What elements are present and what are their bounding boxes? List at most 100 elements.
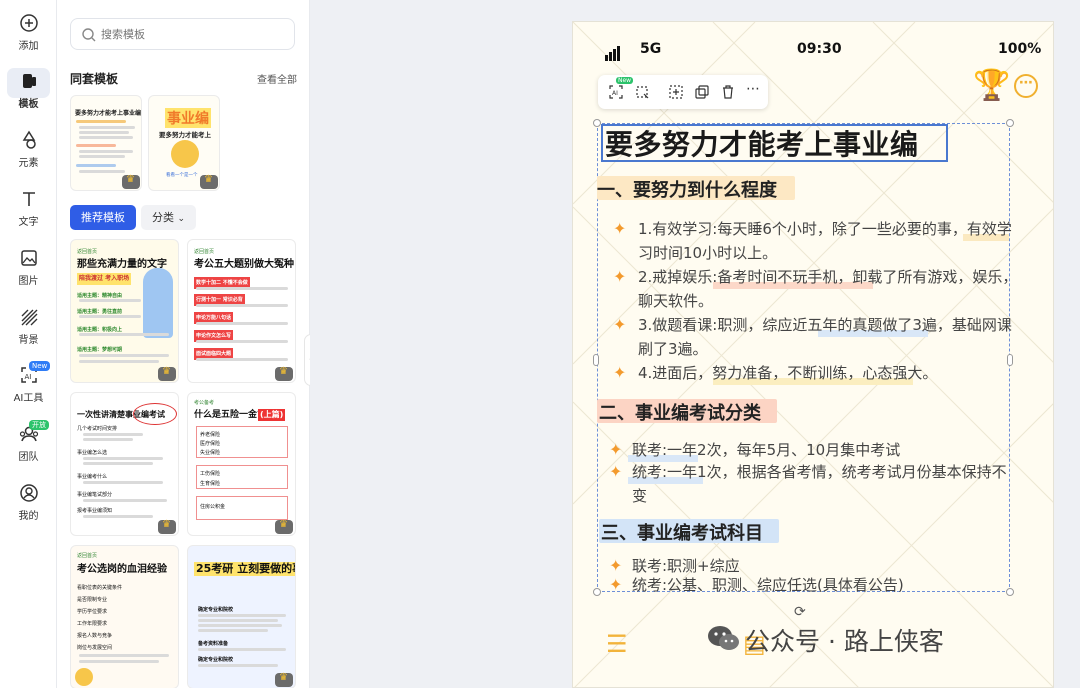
image-icon — [20, 250, 37, 266]
template-title: 事业编 — [165, 108, 211, 128]
section-heading[interactable]: 二、事业编考试分类 — [599, 399, 761, 425]
resize-handle[interactable] — [593, 588, 601, 596]
vip-crown-icon — [275, 672, 293, 687]
list-item[interactable]: 统考:一年1次，根据各省考情，统考考试月份基本保持不变 — [632, 460, 1012, 508]
star-bullet-icon: ✦ — [613, 363, 627, 382]
star-bullet-icon: ✦ — [613, 219, 627, 238]
star-bullet-icon: ✦ — [609, 575, 623, 594]
card-point: 岗位与发展空间 — [77, 645, 113, 651]
svg-text:AI: AI — [24, 373, 31, 381]
see-all-link[interactable]: 查看全部 — [257, 71, 297, 86]
rail-mine[interactable]: 我的 — [0, 482, 57, 534]
rotate-icon[interactable]: ⟳ — [794, 604, 806, 620]
rail-image[interactable]: 图片 — [0, 247, 57, 299]
search-box[interactable] — [70, 18, 295, 50]
section-heading[interactable]: 三、事业编考试科目 — [601, 519, 763, 545]
text-icon — [22, 192, 35, 206]
recommended-tab[interactable]: 推荐模板 — [70, 205, 136, 230]
card-point: 看职位表的关键条件 — [77, 585, 123, 591]
circle-highlight — [133, 403, 177, 425]
wechat-icon — [708, 626, 739, 650]
resize-handle[interactable] — [593, 119, 601, 127]
left-tool-rail: 添加 模板 元素 文字 图片 背景 New AI AI工具 开放 团队 我的 — [0, 0, 57, 688]
rail-background[interactable]: 背景 — [0, 306, 57, 358]
ai-cutout-icon[interactable]: AI — [608, 84, 624, 100]
poster-title[interactable]: 要多努力才能考上事业编 — [605, 123, 919, 163]
card-point: 失业保险 — [200, 450, 221, 456]
card-title: 考公五大题别做大冤种 — [194, 259, 294, 270]
card-point: 生育保险 — [200, 481, 221, 487]
rail-ai-tools[interactable]: New AI AI工具 — [0, 361, 57, 416]
poster-page[interactable]: 5G 09:30 100% 🏆 ⋯ New AI ⋯ ⟳ 要多努力才能考上事业编… — [572, 21, 1054, 688]
card-tag: 考公备考 — [194, 400, 215, 406]
vip-crown-icon — [200, 174, 218, 189]
category-dropdown[interactable]: 分类 ⌄ — [141, 205, 196, 230]
set-templates-title: 同套模板 — [70, 72, 119, 86]
template-card[interactable]: 返回首页 那些充满力量的文字 陪我渡过 考入职场 适用主题：精神自由 适用主题：… — [70, 239, 179, 383]
new-badge: New — [29, 361, 51, 371]
rail-elements[interactable]: 元素 — [0, 129, 57, 181]
user-icon — [19, 484, 38, 502]
rail-label: 我的 — [18, 511, 39, 522]
vip-crown-icon — [275, 519, 293, 534]
star-bullet-icon: ✦ — [609, 440, 623, 459]
chevron-down-icon: ⌄ — [177, 214, 186, 224]
rail-add[interactable]: 添加 — [0, 12, 57, 64]
template-card[interactable]: 一次性讲清楚事业编考试 几个考试时间安排 事业编怎么选 事业编考什么 事业编笔试… — [70, 392, 179, 536]
star-bullet-icon: ✦ — [613, 315, 627, 334]
resize-handle[interactable] — [1006, 119, 1014, 127]
rail-label: 模板 — [18, 99, 39, 110]
copy-icon[interactable] — [694, 84, 710, 100]
category-label: 分类 — [151, 211, 174, 224]
template-subtitle: 要多努力才能考上 — [159, 131, 211, 139]
rail-label: AI工具 — [13, 393, 44, 404]
card-tag: 返回首页 — [77, 249, 98, 255]
card-point: 住房公积金 — [200, 504, 226, 510]
network-label: 5G — [640, 41, 662, 57]
list-item[interactable]: 2.戒掉娱乐:备考时间不玩手机，卸载了所有游戏，娱乐，聊天软件。 — [638, 265, 1018, 313]
background-icon — [21, 309, 37, 326]
template-card[interactable]: 25考研 立刻要做的事! 确定专业和院校 备考资料准备 确定专业和院校 — [187, 545, 296, 688]
star-bullet-icon: ✦ — [613, 267, 627, 286]
rail-label: 元素 — [18, 158, 39, 169]
element-toolbar: New AI ⋯ — [598, 75, 768, 109]
illustration-person — [143, 268, 173, 338]
list-item[interactable]: 联考:一年2次，每年5月、10月集中考试 — [632, 438, 1012, 462]
template-card[interactable]: 返回首页 考公选岗的血泪经验 看职位表的关键条件 是否限制专业 学历学位要求 工… — [70, 545, 179, 688]
editor-canvas: 5G 09:30 100% 🏆 ⋯ New AI ⋯ ⟳ 要多努力才能考上事业编… — [310, 0, 1080, 688]
vip-crown-icon — [158, 519, 176, 534]
more-icon[interactable]: ⋯ — [746, 81, 762, 97]
set-template-card[interactable]: 要多努力才能考上事业编 — [70, 95, 142, 191]
template-panel: 同套模板 查看全部 要多努力才能考上事业编 事业编 要多努力才能考上 看看一个是… — [57, 0, 310, 688]
crop-icon[interactable] — [634, 84, 650, 100]
resize-handle[interactable] — [593, 354, 599, 366]
list-item[interactable]: 4.进面后，努力准备，不断训练，心态强大。 — [638, 361, 1018, 385]
rail-label: 添加 — [18, 41, 39, 52]
template-icon — [22, 74, 36, 88]
ai-enhance-icon[interactable] — [668, 84, 684, 100]
set-template-card[interactable]: 事业编 要多努力才能考上 看看一个是一个 — [148, 95, 220, 191]
rail-team[interactable]: 开放 团队 — [0, 420, 57, 475]
watermark-text: 公众号 · 路上侠客 — [745, 627, 944, 656]
vip-crown-icon — [122, 174, 140, 189]
search-icon — [82, 28, 96, 42]
template-card[interactable]: 考公备考 什么是五险一金? (上篇) 养老保险 医疗保险 失业保险 工伤保险 生… — [187, 392, 296, 536]
battery-label: 100% — [998, 41, 1042, 57]
list-item[interactable]: 1.有效学习:每天睡6个小时，除了一些必要的事，有效学习时间10小时以上。 — [638, 217, 1018, 265]
list-item[interactable]: 3.做题看课:职测，综应近五年的真题做了3遍，基础网课刷了3遍。 — [638, 313, 1018, 361]
card-highlight: (上篇) — [258, 409, 286, 421]
rail-label: 团队 — [18, 452, 39, 463]
card-point: 工作年限要求 — [77, 621, 108, 627]
section-heading[interactable]: 一、要努力到什么程度 — [597, 176, 777, 202]
list-icon: ☰ — [606, 630, 628, 658]
rail-template[interactable]: 模板 — [0, 68, 57, 122]
card-subtitle: 陪我渡过 考入职场 — [77, 273, 132, 285]
star-bullet-icon: ✦ — [609, 462, 623, 481]
template-card[interactable]: 返回首页 考公五大题别做大冤种 数学十加二 不懂不会做 行测十加一 常识必背 申… — [187, 239, 296, 383]
rail-text[interactable]: 文字 — [0, 188, 57, 240]
list-item[interactable]: 统考:公基、职测、综应任选(具体看公告) — [632, 573, 1012, 597]
delete-icon[interactable] — [720, 84, 736, 100]
search-input[interactable] — [101, 25, 281, 45]
more-circle-icon[interactable]: ⋯ — [1014, 74, 1038, 98]
template-title: 要多努力才能考上事业编 — [75, 110, 142, 117]
